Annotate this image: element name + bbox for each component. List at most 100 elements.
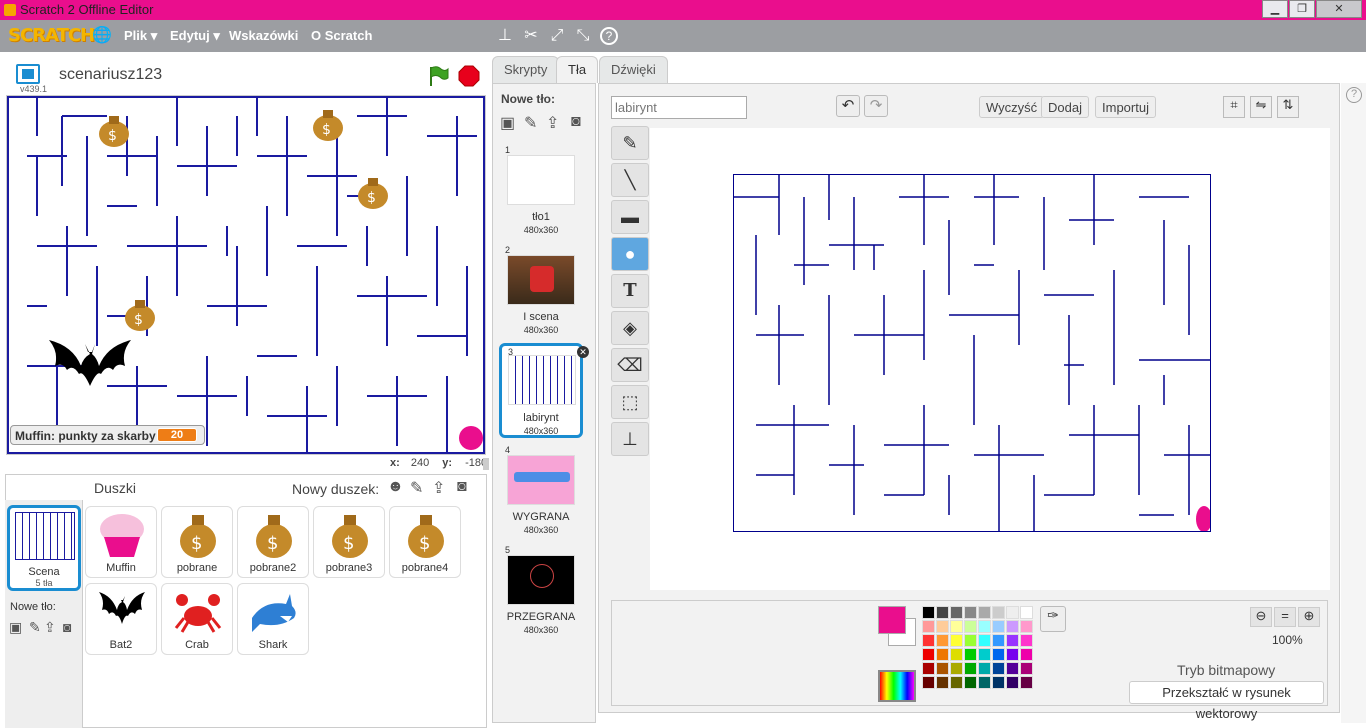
palette-swatch[interactable] <box>922 676 935 689</box>
zoom-in-icon[interactable]: ⊕ <box>1298 607 1320 627</box>
muffin-sprite[interactable] <box>459 426 483 450</box>
ellipse-tool-icon[interactable]: ● <box>611 237 649 271</box>
grow-icon[interactable]: ⤢ <box>548 27 566 45</box>
backdrop-item-1[interactable]: 1 tło1 480x360 <box>499 145 583 237</box>
upload-backdrop-icon[interactable]: ⇪ <box>44 619 56 636</box>
eraser-tool-icon[interactable]: ⌫ <box>611 348 649 382</box>
moneybag-sprite-4[interactable]: $ <box>123 294 157 332</box>
delete-cut-icon[interactable]: ✂ <box>522 27 540 45</box>
fill-tool-icon[interactable]: ◈ <box>611 311 649 345</box>
palette-swatch[interactable] <box>964 662 977 675</box>
palette-swatch[interactable] <box>1020 620 1033 633</box>
palette-swatch[interactable] <box>950 676 963 689</box>
palette-swatch[interactable] <box>964 676 977 689</box>
palette-swatch[interactable] <box>950 634 963 647</box>
shrink-icon[interactable]: ⤡ <box>574 27 592 45</box>
palette-swatch[interactable] <box>992 606 1005 619</box>
color-picker-gradient[interactable] <box>878 670 916 702</box>
flip-vertical-icon[interactable]: ⇅ <box>1277 96 1299 118</box>
palette-swatch[interactable] <box>936 634 949 647</box>
sprite-pobrane2[interactable]: $ pobrane2 <box>237 506 309 578</box>
backdrop-name-input[interactable] <box>611 96 747 119</box>
palette-swatch[interactable] <box>992 634 1005 647</box>
upload-sprite-icon[interactable]: ⇪ <box>432 478 445 498</box>
sprite-pobrane[interactable]: $ pobrane <box>161 506 233 578</box>
backdrop-item-5[interactable]: 5 PRZEGRANA 480x360 <box>499 545 583 637</box>
stage-collapse-handle[interactable] <box>483 458 489 470</box>
camera-sprite-icon[interactable]: ◙ <box>457 478 467 496</box>
palette-swatch[interactable] <box>978 634 991 647</box>
moneybag-sprite-3[interactable]: $ <box>356 172 390 210</box>
palette-swatch[interactable] <box>936 676 949 689</box>
stamp-tool-icon[interactable]: ⊥ <box>611 422 649 456</box>
zoom-reset-icon[interactable]: = <box>1274 607 1296 627</box>
menu-about[interactable]: O Scratch <box>311 28 372 43</box>
moneybag-sprite-2[interactable]: $ <box>311 104 345 142</box>
text-tool-icon[interactable]: T <box>611 274 649 308</box>
stop-sign-icon[interactable] <box>458 65 480 87</box>
zoom-out-icon[interactable]: ⊖ <box>1250 607 1272 627</box>
palette-swatch[interactable] <box>922 634 935 647</box>
menu-edit[interactable]: Edytuj ▾ <box>170 28 220 44</box>
palette-swatch[interactable] <box>1020 606 1033 619</box>
palette-swatch[interactable] <box>922 606 935 619</box>
clear-button[interactable]: Wyczyść <box>979 96 1045 118</box>
sprite-shark[interactable]: Shark <box>237 583 309 655</box>
camera-backdrop-icon[interactable]: ◙ <box>571 113 581 131</box>
palette-swatch[interactable] <box>1020 648 1033 661</box>
palette-swatch[interactable] <box>936 620 949 633</box>
menu-file[interactable]: Plik ▾ <box>124 28 157 44</box>
palette-swatch[interactable] <box>922 648 935 661</box>
paint-sprite-icon[interactable]: ✎ <box>410 478 423 498</box>
maximize-button[interactable]: ❐ <box>1289 0 1315 18</box>
undo-icon[interactable]: ↶ <box>836 95 860 117</box>
help-icon[interactable]: ? <box>600 27 618 45</box>
palette-swatch[interactable] <box>1020 662 1033 675</box>
paint-backdrop-icon[interactable]: ✎ <box>29 619 41 636</box>
delete-backdrop-icon[interactable]: ✕ <box>577 346 589 358</box>
palette-swatch[interactable] <box>950 662 963 675</box>
stage-canvas[interactable]: $ $ $ $ <box>6 95 486 455</box>
upload-backdrop-icon[interactable]: ⇪ <box>546 113 559 133</box>
sprite-pobrane4[interactable]: $ pobrane4 <box>389 506 461 578</box>
palette-swatch[interactable] <box>936 606 949 619</box>
palette-swatch[interactable] <box>922 662 935 675</box>
camera-backdrop-icon[interactable]: ◙ <box>63 619 71 635</box>
green-flag-icon[interactable] <box>427 65 449 87</box>
sprite-bat2[interactable]: Bat2 <box>85 583 157 655</box>
paint-backdrop-icon[interactable]: ✎ <box>524 113 537 133</box>
duplicate-stamp-icon[interactable]: ⊥ <box>496 27 514 45</box>
sprite-library-icon[interactable]: ☻ <box>387 478 404 496</box>
palette-swatch[interactable] <box>978 606 991 619</box>
right-scroll-area[interactable]: ? <box>1341 83 1366 723</box>
crop-icon[interactable]: ⌗ <box>1223 96 1245 118</box>
palette-swatch[interactable] <box>964 620 977 633</box>
palette-swatch[interactable] <box>964 606 977 619</box>
moneybag-sprite-1[interactable]: $ <box>97 110 131 148</box>
palette-swatch[interactable] <box>978 648 991 661</box>
maze-drawing[interactable] <box>733 174 1212 532</box>
line-tool-icon[interactable]: ╲ <box>611 163 649 197</box>
palette-swatch[interactable] <box>1020 634 1033 647</box>
help-icon[interactable]: ? <box>1346 87 1362 103</box>
palette-swatch[interactable] <box>936 648 949 661</box>
palette-swatch[interactable] <box>964 634 977 647</box>
backdrop-item-4[interactable]: 4 WYGRANA 480x360 <box>499 445 583 537</box>
menu-tips[interactable]: Wskazówki <box>229 28 298 43</box>
palette-swatch[interactable] <box>922 620 935 633</box>
scratch-logo[interactable]: SCRATCH <box>8 25 95 46</box>
tab-backdrops[interactable]: Tła <box>556 56 599 83</box>
palette-swatch[interactable] <box>978 662 991 675</box>
palette-swatch[interactable] <box>992 648 1005 661</box>
sprite-pobrane3[interactable]: $ pobrane3 <box>313 506 385 578</box>
color-palette[interactable] <box>922 606 1037 704</box>
backdrop-library-icon[interactable]: ▣ <box>500 113 515 133</box>
close-button[interactable]: ✕ <box>1316 0 1362 18</box>
tab-sounds[interactable]: Dźwięki <box>599 56 668 83</box>
presentation-mode-icon[interactable] <box>16 64 40 84</box>
stage-thumbnail[interactable]: Scena 5 tła <box>7 505 81 591</box>
palette-swatch[interactable] <box>978 676 991 689</box>
sprite-crab[interactable]: Crab <box>161 583 233 655</box>
backdrop-item-2[interactable]: 2 I scena 480x360 <box>499 245 583 337</box>
palette-swatch[interactable] <box>1006 648 1019 661</box>
